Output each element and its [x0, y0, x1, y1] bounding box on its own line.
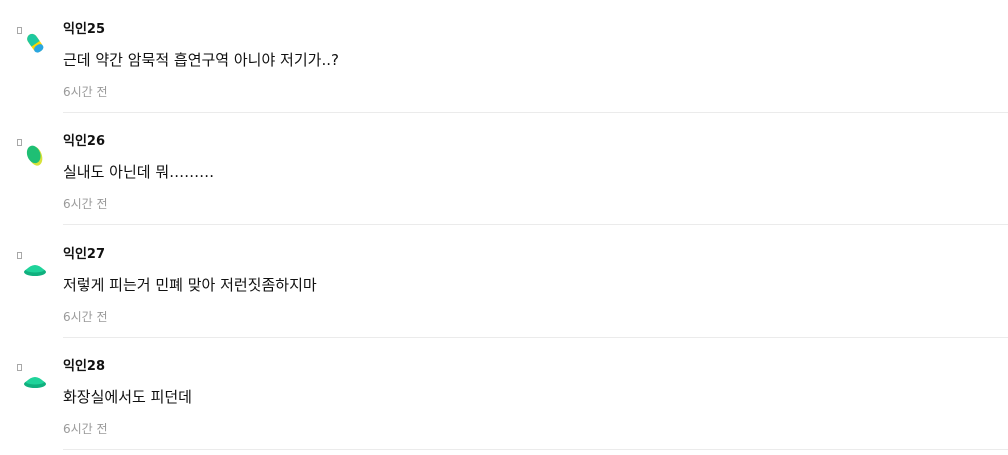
tilted-capsule-icon [22, 30, 48, 56]
comment-item: 익인26 실내도 아닌데 뭐……… 6시간 전 [0, 112, 1008, 225]
comment-text: 근데 약간 암묵적 흡연구역 아니야 저기가..? [63, 51, 339, 69]
mushroom-cap-icon [22, 367, 48, 393]
comment-timestamp: 6시간 전 [63, 197, 108, 211]
mushroom-cap-icon [22, 255, 48, 281]
comment-author[interactable]: 익인27 [63, 246, 105, 264]
comment-author[interactable]: 익인28 [63, 358, 105, 376]
comment-list: 익인25 근데 약간 암묵적 흡연구역 아니야 저기가..? 6시간 전 익인2… [0, 0, 1008, 455]
comment-item: 익인25 근데 약간 암묵적 흡연구역 아니야 저기가..? 6시간 전 [0, 0, 1008, 113]
comment-item: 익인27 저렇게 피는거 민폐 맞아 저런짓좀하지마 6시간 전 [0, 225, 1008, 338]
comment-text: 화장실에서도 피던데 [63, 388, 192, 406]
comment-timestamp: 6시간 전 [63, 422, 108, 436]
comment-divider [63, 449, 1008, 450]
comment-timestamp: 6시간 전 [63, 310, 108, 324]
comment-timestamp: 6시간 전 [63, 85, 108, 99]
comment-text: 실내도 아닌데 뭐……… [63, 163, 215, 181]
comment-author[interactable]: 익인25 [63, 21, 105, 39]
comment-text: 저렇게 피는거 민폐 맞아 저런짓좀하지마 [63, 276, 317, 294]
leaf-blob-icon [22, 142, 48, 168]
comment-author[interactable]: 익인26 [63, 133, 105, 151]
comment-item: 익인28 화장실에서도 피던데 6시간 전 [0, 337, 1008, 450]
